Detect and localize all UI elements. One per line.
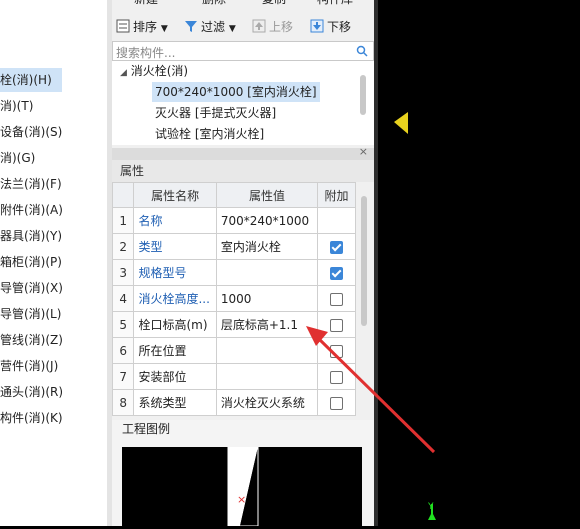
- annotation-arrow: [306, 326, 436, 454]
